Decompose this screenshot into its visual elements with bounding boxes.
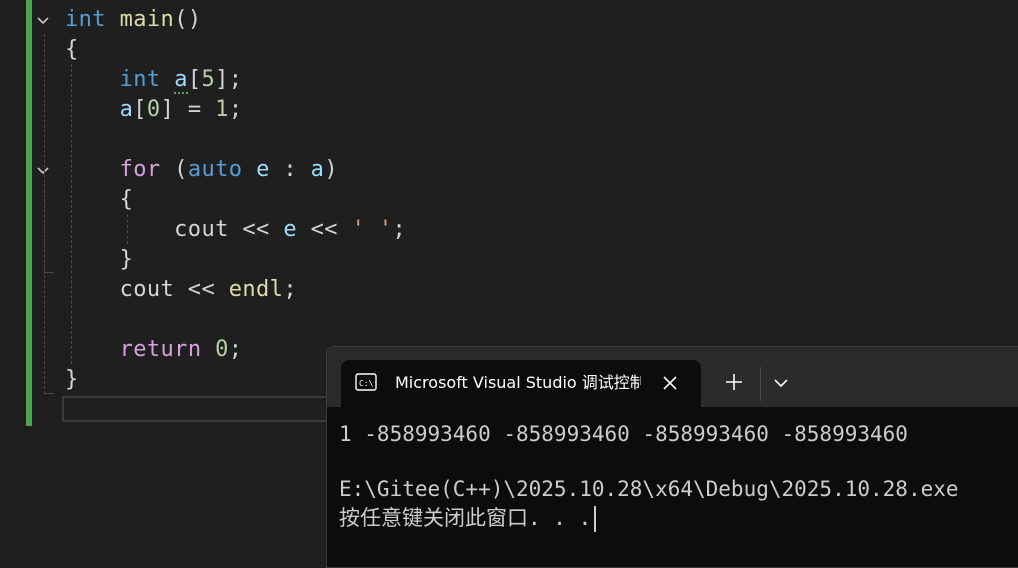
- code-line[interactable]: a[0] = 1;: [65, 95, 242, 125]
- code-token: ;: [228, 337, 243, 362]
- current-line-highlight: [62, 396, 362, 422]
- code-line[interactable]: cout << endl;: [65, 275, 297, 305]
- console-tab-title: Microsoft Visual Studio 调试控制台: [395, 373, 641, 392]
- change-indicator-bar: [26, 0, 32, 426]
- code-token: :: [269, 157, 311, 182]
- code-token: return: [119, 337, 202, 362]
- code-token: endl: [228, 277, 284, 302]
- output-line: 按任意键关闭此窗口. . .: [339, 503, 597, 533]
- code-line[interactable]: cout << e << ' ';: [65, 215, 406, 245]
- code-token: int: [65, 7, 106, 32]
- code-token: 1: [215, 97, 229, 122]
- code-token: ;: [283, 277, 297, 302]
- code-token: [: [133, 97, 147, 122]
- code-token: for: [119, 157, 161, 182]
- code-token: (: [160, 157, 188, 182]
- chevron-down-icon[interactable]: [35, 162, 51, 178]
- code-line[interactable]: {: [65, 35, 79, 65]
- code-line[interactable]: }: [65, 245, 133, 275]
- code-token: ): [324, 157, 338, 182]
- chevron-down-icon[interactable]: [35, 12, 51, 28]
- code-line[interactable]: {: [65, 185, 133, 215]
- titlebar-divider: [760, 367, 761, 401]
- code-token: 0: [146, 97, 161, 122]
- code-token: [: [187, 67, 202, 92]
- code-token: {: [65, 187, 134, 212]
- console-titlebar[interactable]: C:\ Microsoft Visual Studio 调试控制台: [327, 347, 1018, 407]
- code-token: 0: [215, 337, 229, 362]
- code-token: e: [256, 157, 270, 182]
- code-token: ' ': [351, 217, 393, 242]
- plus-icon[interactable]: [723, 371, 745, 393]
- console-tab[interactable]: C:\ Microsoft Visual Studio 调试控制台: [341, 360, 701, 407]
- code-token: int: [119, 67, 161, 92]
- code-token: ;: [392, 217, 407, 242]
- code-token: }: [65, 247, 134, 272]
- code-token: auto: [187, 157, 243, 182]
- code-line[interactable]: for (auto e : a): [65, 155, 338, 185]
- svg-text:C:\: C:\: [359, 379, 374, 388]
- code-token: a: [174, 67, 188, 94]
- code-token: a: [119, 97, 134, 122]
- code-token: ] =: [160, 97, 216, 122]
- code-token: main: [119, 7, 175, 32]
- console-app-icon: C:\: [355, 373, 377, 391]
- code-token: ];: [215, 67, 243, 92]
- output-line: E:\Gitee(C++)\2025.10.28\x64\Debug\2025.…: [339, 477, 959, 501]
- output-prompt-text: 按任意键关闭此窗口. . .: [339, 506, 592, 530]
- code-token: {: [65, 37, 79, 62]
- console-window[interactable]: C:\ Microsoft Visual Studio 调试控制台 1 -858…: [326, 346, 1018, 568]
- code-token: (): [174, 7, 202, 32]
- code-token: e: [283, 217, 297, 242]
- code-line[interactable]: int a[5];: [65, 65, 242, 95]
- code-line[interactable]: int main(): [65, 5, 201, 35]
- code-token: cout <<: [65, 217, 284, 242]
- fold-guide-end: [44, 393, 54, 394]
- close-icon[interactable]: [659, 372, 681, 394]
- chevron-down-icon[interactable]: [771, 373, 791, 393]
- fold-guide-end: [44, 272, 54, 273]
- code-token: cout <<: [65, 277, 229, 302]
- fold-guide: [44, 184, 45, 272]
- text-cursor: [594, 506, 597, 532]
- code-token: }: [65, 367, 79, 392]
- code-token: 5: [201, 67, 216, 92]
- code-line[interactable]: return 0;: [65, 335, 242, 365]
- code-token: ;: [228, 97, 243, 122]
- code-line[interactable]: }: [65, 365, 79, 395]
- output-line: 1 -858993460 -858993460 -858993460 -8589…: [339, 422, 908, 446]
- code-token: <<: [296, 217, 352, 242]
- code-token: a: [310, 157, 325, 182]
- console-output[interactable]: 1 -858993460 -858993460 -858993460 -8589…: [327, 407, 1018, 567]
